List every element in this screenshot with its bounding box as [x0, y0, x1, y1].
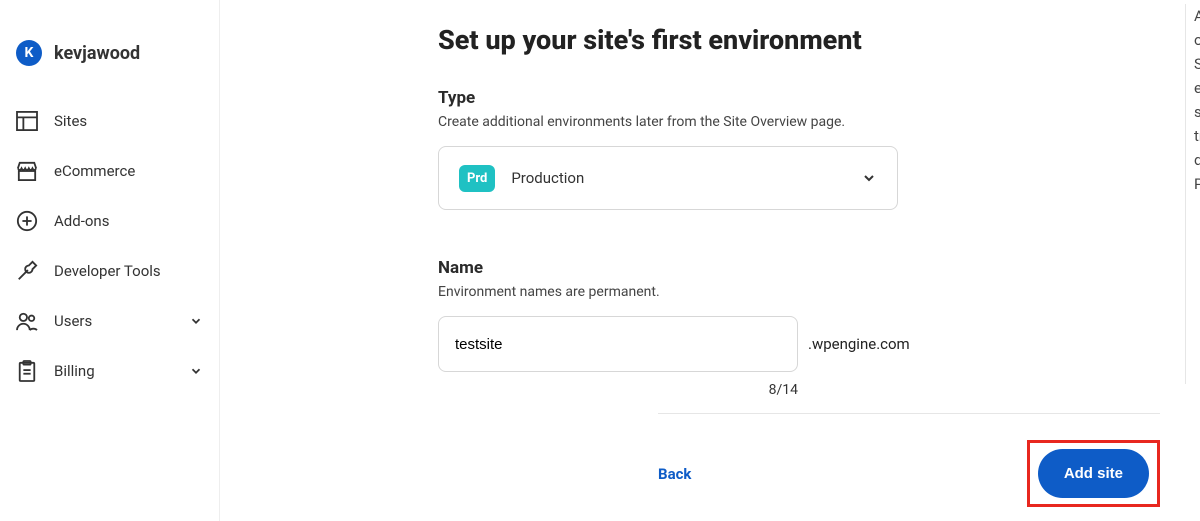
sidebar-item-label: Developer Tools — [54, 262, 161, 280]
type-label: Type — [438, 88, 948, 108]
type-hint: Create additional environments later fro… — [438, 114, 948, 130]
sidebar-item-ecommerce[interactable]: eCommerce — [0, 146, 219, 196]
help-panel: A Site is a group of one, two, or three … — [1185, 4, 1200, 384]
help-text: A Site is a group of one, two, or three … — [1194, 4, 1200, 196]
chevron-down-icon — [861, 170, 877, 186]
environment-type-value: Production — [511, 169, 584, 187]
wrench-icon — [16, 260, 38, 282]
sidebar-item-label: Add-ons — [54, 212, 109, 230]
name-char-counter: 8/14 — [438, 372, 798, 398]
domain-suffix: .wpengine.com — [808, 335, 910, 353]
users-icon — [16, 310, 38, 332]
sidebar-item-label: eCommerce — [54, 162, 135, 180]
clipboard-icon — [16, 360, 38, 382]
add-site-highlight: Add site — [1027, 440, 1160, 507]
chevron-down-icon — [189, 364, 203, 378]
sidebar-item-billing[interactable]: Billing — [0, 346, 219, 396]
sidebar-item-label: Sites — [54, 112, 87, 130]
sidebar-item-addons[interactable]: Add-ons — [0, 196, 219, 246]
name-label: Name — [438, 258, 948, 278]
sidebar-item-devtools[interactable]: Developer Tools — [0, 246, 219, 296]
account-name: kevjawood — [54, 43, 140, 64]
environment-type-select[interactable]: Prd Production — [438, 146, 898, 210]
sidebar-item-label: Billing — [54, 362, 95, 380]
form-footer: Back Add site — [658, 413, 1160, 507]
account-header: K kevjawood — [0, 40, 219, 96]
store-icon — [16, 160, 38, 182]
environment-name-input[interactable] — [438, 316, 798, 372]
main-content: Set up your site's first environment Typ… — [220, 0, 1200, 521]
add-site-button[interactable]: Add site — [1038, 449, 1149, 498]
sidebar-item-label: Users — [54, 312, 92, 330]
plus-circle-icon — [16, 210, 38, 232]
page-title: Set up your site's first environment — [438, 24, 948, 56]
layout-icon — [16, 110, 38, 132]
chevron-down-icon — [189, 314, 203, 328]
sidebar-item-users[interactable]: Users — [0, 296, 219, 346]
name-hint: Environment names are permanent. — [438, 284, 948, 300]
back-button[interactable]: Back — [658, 465, 691, 483]
sidebar-item-sites[interactable]: Sites — [0, 96, 219, 146]
environment-type-badge: Prd — [459, 165, 495, 192]
sidebar: K kevjawood Sites eCommerce — [0, 0, 220, 521]
account-logo: K — [16, 40, 42, 66]
